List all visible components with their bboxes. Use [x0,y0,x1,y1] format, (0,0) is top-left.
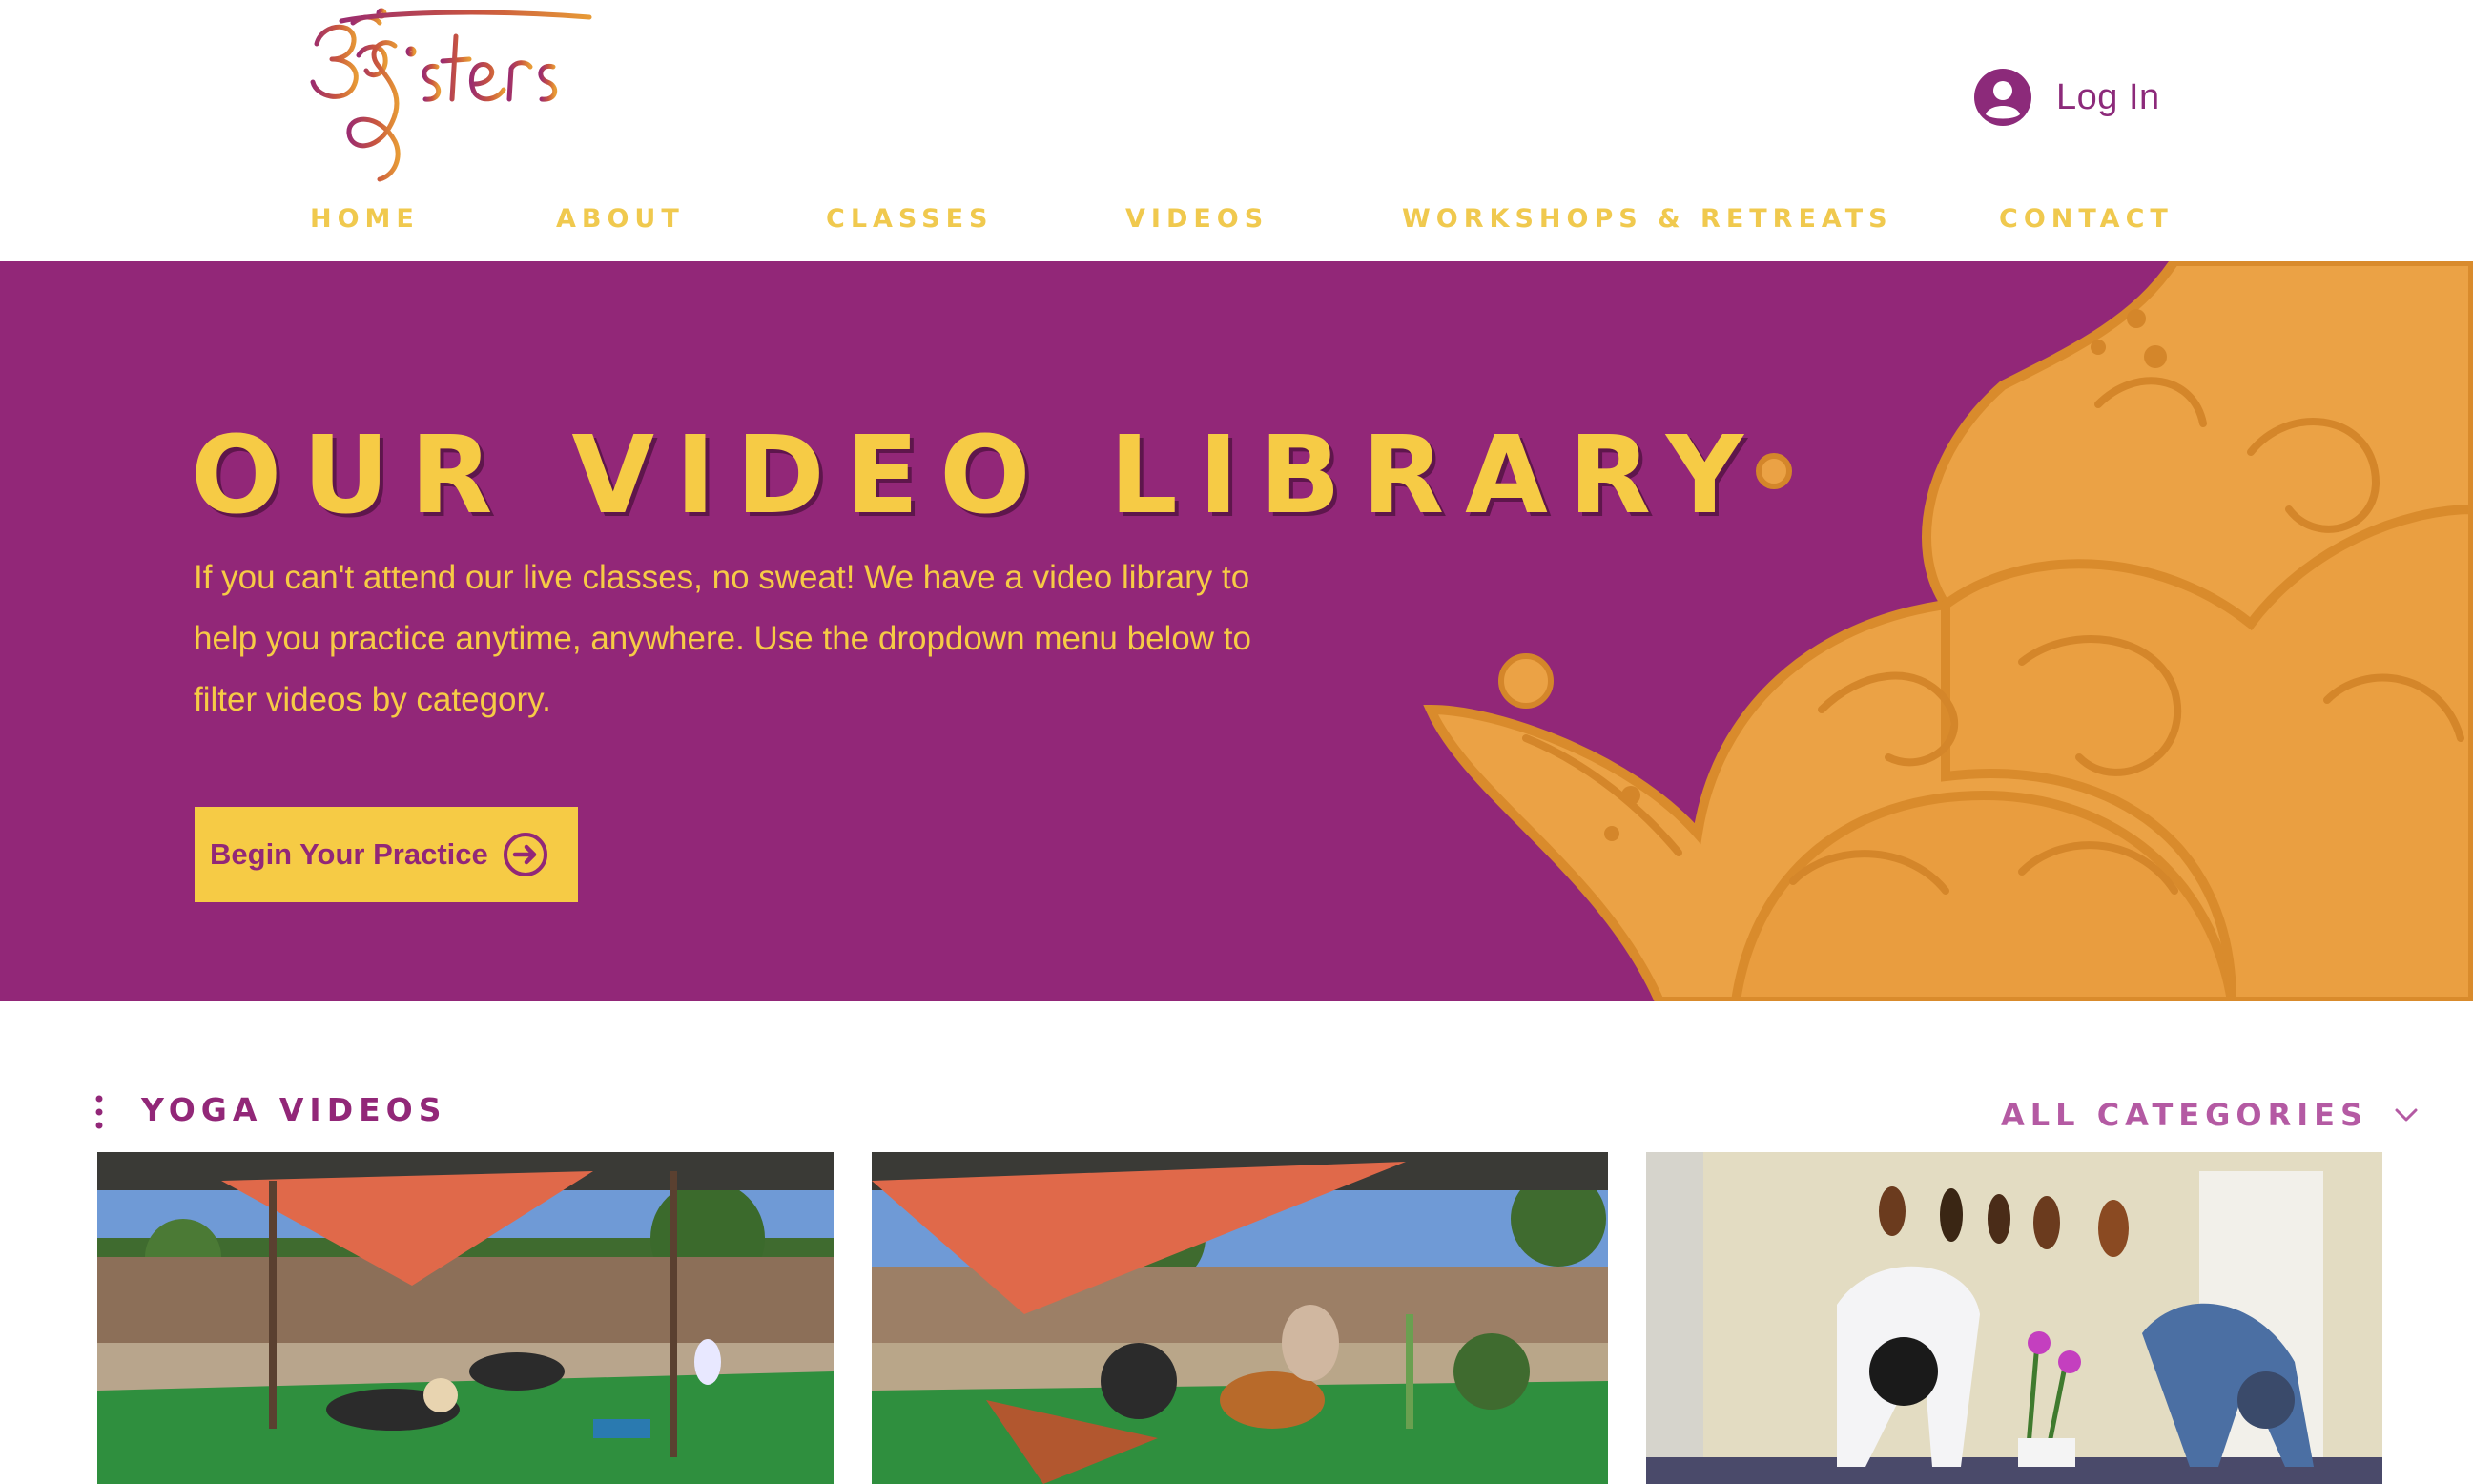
video-thumbnail-2[interactable] [872,1152,1608,1484]
video-thumbnail-1[interactable] [97,1152,834,1484]
hero-line-3: filter videos by category. [194,681,551,718]
video-thumbnail-image [97,1152,834,1484]
site-header: Log In HOME ABOUT CLASSES VIDEOS WORKSHO… [0,0,2473,259]
nav-about[interactable]: ABOUT [556,196,685,242]
user-avatar-icon [1974,69,2031,126]
chevron-down-icon [2395,1108,2418,1122]
hero-line-1: If you can't attend our live classes, no… [194,559,1250,596]
nav-workshops-retreats[interactable]: WORKSHOPS & RETREATS [1402,196,1893,242]
login-label: Log In [2056,76,2160,117]
begin-practice-label: Begin Your Practice [210,837,488,871]
video-thumbnail-image [872,1152,1608,1484]
nav-home[interactable]: HOME [310,196,420,242]
nav-classes[interactable]: CLASSES [826,196,993,242]
section-title: YOGA VIDEOS [141,1091,447,1128]
category-dropdown-label: ALL CATEGORIES [2001,1097,2369,1133]
login-button[interactable]: Log In [1974,63,2160,132]
hero-title: OUR VIDEO LIBRARY [191,414,1764,538]
hero-banner: OUR VIDEO LIBRARY If you can't attend ou… [0,261,2473,1001]
nav-videos[interactable]: VIDEOS [1125,196,1268,242]
category-dropdown[interactable]: ALL CATEGORIES [2001,1091,2418,1139]
main-nav: HOME ABOUT CLASSES VIDEOS WORKSHOPS & RE… [0,196,2473,242]
vertical-dots-icon[interactable] [93,1093,105,1131]
videos-section-header: YOGA VIDEOS ALL CATEGORIES [0,1078,2473,1144]
arrow-right-circle-icon [504,833,547,876]
hero-description: If you can't attend our live classes, no… [194,547,1338,731]
video-thumbnail-image [1646,1152,2382,1484]
nav-contact[interactable]: CONTACT [1999,196,2174,242]
hero-line-2: help you practice anytime, anywhere. Use… [194,620,1251,657]
three-sisters-logo[interactable] [303,8,608,189]
begin-practice-button[interactable]: Begin Your Practice [195,807,578,902]
mandala-decoration [1423,261,2473,1001]
video-thumbnail-3[interactable] [1646,1152,2382,1484]
